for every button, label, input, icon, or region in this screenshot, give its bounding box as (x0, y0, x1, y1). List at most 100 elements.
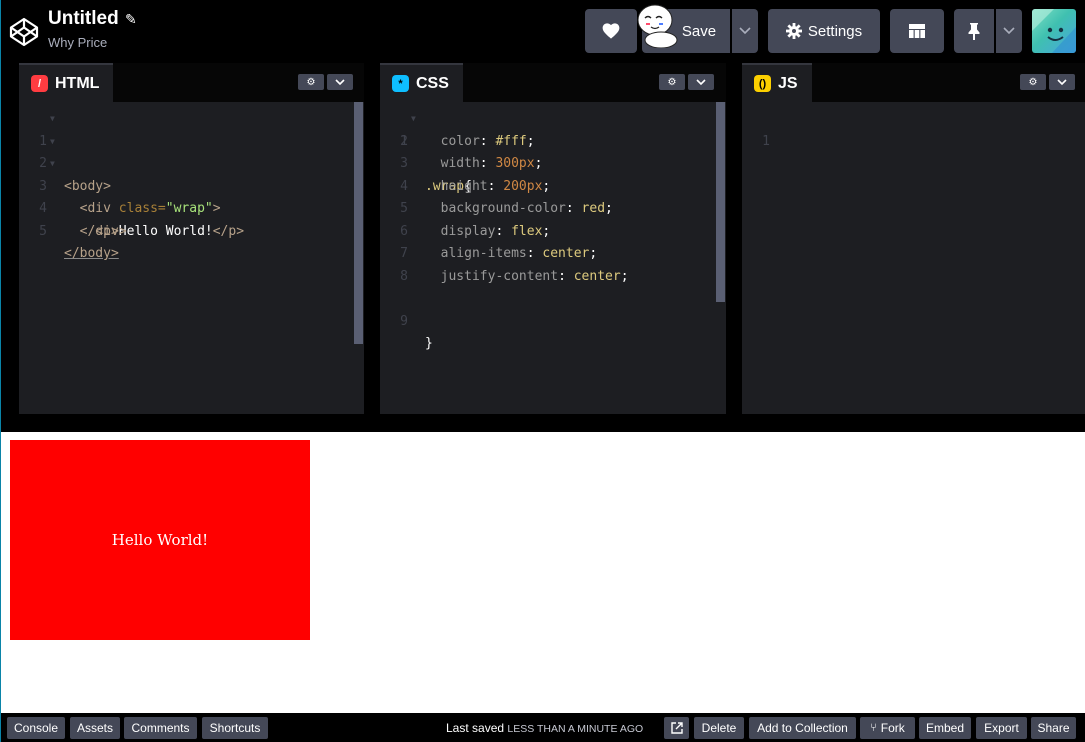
assets-button[interactable]: Assets (70, 717, 120, 739)
code-line: 4 height: 200px; (380, 176, 726, 199)
save-dropdown-button[interactable] (732, 9, 758, 53)
pencil-icon[interactable]: ✎ (125, 11, 137, 28)
author-name[interactable]: Why Price (48, 35, 107, 50)
saved-relative-time: LESS THAN A MINUTE AGO (507, 723, 644, 735)
js-editor-panel: () JS ⚙ 1 (742, 63, 1085, 414)
delete-button[interactable]: Delete (694, 717, 744, 739)
fold-arrow-icon[interactable]: ▼ (50, 131, 55, 154)
fold-arrow-icon[interactable]: ▼ (50, 153, 55, 176)
layout-icon (909, 24, 925, 38)
heart-icon (602, 23, 620, 39)
tab-html[interactable]: / HTML (19, 63, 114, 102)
external-link-icon (670, 722, 683, 734)
css-settings-button[interactable]: ⚙ (659, 74, 685, 90)
css-value: center (573, 268, 621, 284)
line-number: 8 (400, 268, 408, 284)
code-line: 5 </body> (19, 198, 364, 262)
comments-button[interactable]: Comments (124, 717, 197, 739)
gear-icon: ⚙ (306, 76, 316, 88)
chevron-down-icon (335, 78, 345, 85)
css-value: 300px (495, 156, 535, 171)
line-number: 3 (400, 156, 408, 171)
settings-label: Settings (807, 22, 863, 40)
chevron-down-icon (739, 27, 751, 35)
fold-arrow-icon[interactable]: ▼ (411, 108, 416, 131)
gear-icon: ⚙ (667, 76, 677, 88)
css-property: align-items (440, 246, 527, 261)
css-property: color (440, 133, 480, 149)
mascot-sticker-icon (637, 4, 678, 48)
tab-html-label: HTML (55, 74, 100, 92)
css-icon: * (392, 75, 409, 92)
css-value: #fff (495, 133, 527, 149)
pin-icon (968, 22, 980, 40)
code-line: 3 width: 300px; (380, 153, 726, 176)
pin-dropdown-button[interactable] (996, 9, 1022, 53)
css-property: height (440, 178, 488, 194)
fork-button[interactable]: ⑂ Fork (860, 717, 915, 739)
open-new-window-button[interactable] (664, 717, 689, 739)
css-value: center (542, 246, 590, 261)
code-line: 4 </div> (19, 176, 364, 239)
preview-text: Hello World! (111, 531, 209, 549)
line-number: 5 (400, 201, 408, 216)
line-number: 7 (400, 246, 408, 261)
html-options-dropdown[interactable] (327, 74, 353, 90)
share-button[interactable]: Share (1031, 717, 1076, 739)
gear-icon: ⚙ (1028, 76, 1038, 88)
css-property: background-color (440, 201, 566, 216)
pin-button[interactable] (954, 9, 994, 53)
tab-js[interactable]: () JS (742, 63, 812, 102)
fork-label: Fork (880, 721, 905, 735)
codepen-app: Untitled ✎ Why Price Save Settings / HTM… (0, 0, 1085, 742)
code-line: 5 background-color: red; (380, 198, 726, 221)
export-button[interactable]: Export (976, 717, 1027, 739)
js-settings-button[interactable]: ⚙ (1020, 74, 1046, 90)
html-editor-panel: / HTML ⚙ 1 ▼ <body> 2 ▼ <div class="wrap… (19, 63, 364, 414)
resize-gutter[interactable] (0, 414, 1085, 432)
chevron-down-icon (1057, 78, 1067, 85)
fold-arrow-icon[interactable]: ▼ (50, 108, 55, 131)
html-code[interactable]: 1 ▼ <body> 2 ▼ <div class="wrap"> 3 ▼ <p… (19, 108, 364, 262)
js-options-dropdown[interactable] (1049, 74, 1075, 90)
result-preview: Hello World! (0, 432, 1085, 713)
html-icon: / (31, 75, 48, 92)
js-code[interactable]: 1 (742, 108, 1085, 149)
code-line: 1 ▼ <body> (19, 108, 364, 194)
css-code[interactable]: 1 ▼ .wrap{ 2 color: #fff; 3 width: 300px;… (380, 108, 726, 351)
code-line: 7 align-items: center; (380, 243, 726, 266)
console-button[interactable]: Console (7, 717, 65, 739)
tab-css[interactable]: * CSS (380, 63, 463, 102)
header-bar: Untitled ✎ Why Price Save Settings (0, 0, 1085, 63)
line-number: 5 (39, 223, 47, 239)
shortcuts-button[interactable]: Shortcuts (202, 717, 268, 739)
editors-area: / HTML ⚙ 1 ▼ <body> 2 ▼ <div class="wrap… (0, 63, 1085, 414)
fork-icon: ⑂ (870, 722, 877, 734)
codepen-logo-icon[interactable] (9, 17, 39, 47)
add-to-collection-button[interactable]: Add to Collection (749, 717, 856, 739)
heart-button[interactable] (585, 9, 637, 53)
chevron-down-icon (1003, 27, 1015, 35)
pen-title[interactable]: Untitled (48, 8, 119, 30)
chevron-down-icon (696, 78, 706, 85)
code-line: 3 ▼ <p>Hello World!</p> (19, 153, 364, 239)
code-line: 2 color: #fff; (380, 131, 726, 154)
tab-js-label: JS (778, 74, 798, 92)
code-line: 1 ▼ .wrap{ (380, 108, 726, 194)
js-icon: () (754, 75, 771, 92)
footer-bar: Console Assets Comments Shortcuts Last s… (0, 713, 1085, 742)
embed-button[interactable]: Embed (919, 717, 971, 739)
avatar[interactable] (1032, 9, 1076, 53)
last-saved-status: Last saved LESS THAN A MINUTE AGO (446, 721, 643, 735)
css-property: display (440, 223, 496, 239)
html-panel-header: / HTML ⚙ (19, 63, 364, 102)
line-number: 2 (400, 133, 408, 149)
html-settings-button[interactable]: ⚙ (298, 74, 324, 90)
saved-prefix: Last saved (446, 721, 505, 735)
settings-button[interactable]: Settings (768, 9, 880, 53)
css-value: flex (511, 223, 543, 239)
css-options-dropdown[interactable] (688, 74, 714, 90)
change-view-button[interactable] (890, 9, 944, 53)
preview-wrap-box: Hello World! (10, 440, 310, 640)
line-number: 4 (400, 178, 408, 194)
